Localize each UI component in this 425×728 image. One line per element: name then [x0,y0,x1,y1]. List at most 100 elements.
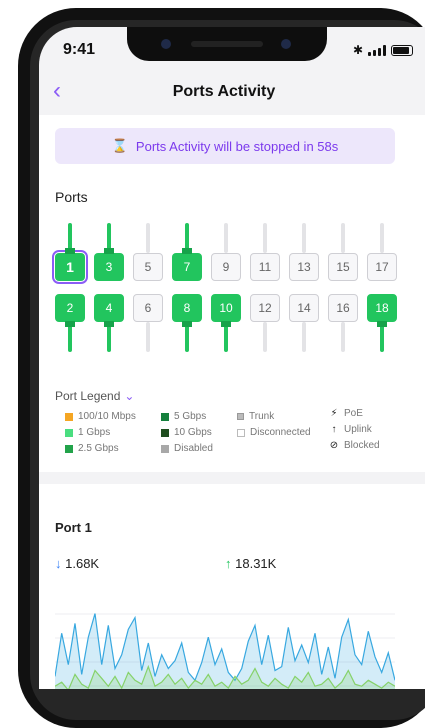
legend-speed-3-label: 5 Gbps [174,411,207,422]
port-connector [65,321,75,327]
legend-state-2-label: Blocked [344,440,380,451]
port-14[interactable]: 14 [289,294,319,322]
port-legend-label: Port Legend [55,389,121,403]
port-connector [182,248,192,254]
port-connector [104,248,114,254]
legend-speed-4-label: 10 Gbps [174,427,212,438]
port-rail [341,223,345,253]
legend-type-0: Trunk [237,411,274,422]
port-13[interactable]: 13 [289,253,319,281]
legend-state-1: ↑ Uplink [329,424,372,435]
port-8[interactable]: 8 [172,294,202,322]
trunk-icon [237,413,244,420]
port-activity-card[interactable]: Port 1 ↓ 1.68K ↑ 18.31K [55,502,395,689]
port-3[interactable]: 3 [94,253,124,281]
notch [127,27,327,61]
legend-swatch [65,444,73,453]
legend-speed-1: 1 Gbps [65,427,110,438]
legend-speed-1-label: 1 Gbps [78,427,111,438]
arrow-down-icon: ↓ [55,556,62,571]
legend-speed-0-label: 100/10 Mbps [78,411,136,422]
legend-swatch [161,444,169,453]
status-icons: ✱ [353,43,413,57]
port-4[interactable]: 4 [94,294,124,322]
port-15[interactable]: 15 [328,253,358,281]
legend-speed-5-label: Disabled [174,443,213,454]
port-connector [104,321,114,327]
port-1[interactable]: 1 [52,250,88,284]
legend-type-1-label: Disconnected [250,427,311,438]
upload-stat: ↑ 18.31K [225,556,276,571]
legend-state-0: ⚡ PoE [329,408,363,419]
legend-speed-0: 100/10 Mbps [65,411,136,422]
speaker-grille [191,41,263,47]
traffic-chart [55,613,395,689]
arrow-up-icon: ↑ [331,424,337,435]
port-10[interactable]: 10 [211,294,241,322]
legend-speed-5: Disabled [161,443,213,454]
legend-speed-3: 5 Gbps [161,411,206,422]
bolt-icon: ⚡ [330,408,338,419]
stop-countdown-banner: ⌛ Ports Activity will be stopped in 58s [55,128,395,164]
banner-text: Ports Activity will be stopped in 58s [135,138,339,154]
legend-swatch [65,412,73,421]
main-content: ⌛ Ports Activity will be stopped in 58s … [39,115,425,689]
signal-icon [368,44,386,56]
legend-type-1: Disconnected [237,427,311,438]
section-divider [39,472,425,484]
legend-speed-2-label: 2.5 Gbps [78,443,119,454]
port-legend-toggle[interactable]: Port Legend ⌄ [55,389,134,403]
port-11[interactable]: 11 [250,253,280,281]
arrow-up-icon: ↑ [225,556,232,571]
port-rail [146,322,150,352]
port-rail [302,223,306,253]
port-2[interactable]: 2 [55,294,85,322]
nav-bar: ‹ Ports Activity [39,71,425,115]
legend-type-0-label: Trunk [249,411,275,422]
port-connector [221,321,231,327]
port-5[interactable]: 5 [133,253,163,281]
legend-state-1-label: Uplink [344,424,372,435]
battery-icon [391,44,413,56]
status-bar: 9:41 ✱ [39,27,425,71]
page-title: Ports Activity [172,83,276,100]
legend-speed-4: 10 Gbps [161,427,212,438]
ports-panel: 1 3 5 7 9 11 13 15 17 2 4 6 8 10 12 14 16 18 [52,223,425,353]
chevron-down-icon: ⌄ [124,389,135,403]
port-6[interactable]: 6 [133,294,163,322]
upload-value: 18.31K [235,556,277,571]
download-value: 1.68K [65,556,100,571]
download-stat: ↓ 1.68K [55,556,99,571]
legend-swatch [161,412,169,421]
sensor-icon [281,39,291,49]
port-rail [263,223,267,253]
ports-section-label: Ports [55,189,88,205]
legend-swatch [65,428,73,437]
phone-screen: 9:41 ✱ ‹ Ports Activity ⌛ Ports Activity… [39,27,425,689]
status-time: 9:41 [63,41,96,58]
port-16[interactable]: 16 [328,294,358,322]
legend-speed-2: 2.5 Gbps [65,443,119,454]
port-12[interactable]: 12 [250,294,280,322]
port-rail [341,322,345,352]
port-rail [224,223,228,253]
camera-icon [161,39,171,49]
port-rail [146,223,150,253]
port-9[interactable]: 9 [211,253,241,281]
port-18[interactable]: 18 [367,294,397,322]
port-card-title: Port 1 [55,520,92,535]
bluetooth-icon: ✱ [352,43,363,57]
port-rail [263,322,267,352]
legend-state-0-label: PoE [344,408,363,419]
port-rail [380,223,384,253]
port-rail [302,322,306,352]
port-7[interactable]: 7 [172,253,202,281]
port-17[interactable]: 17 [367,253,397,281]
legend-state-2: ⊘ Blocked [329,440,380,451]
port-connector [377,321,387,327]
blocked-icon: ⊘ [329,440,339,451]
hourglass-icon: ⌛ [111,138,128,153]
port-connector [182,321,192,327]
legend-swatch [161,428,169,437]
disconnected-icon [237,428,245,437]
